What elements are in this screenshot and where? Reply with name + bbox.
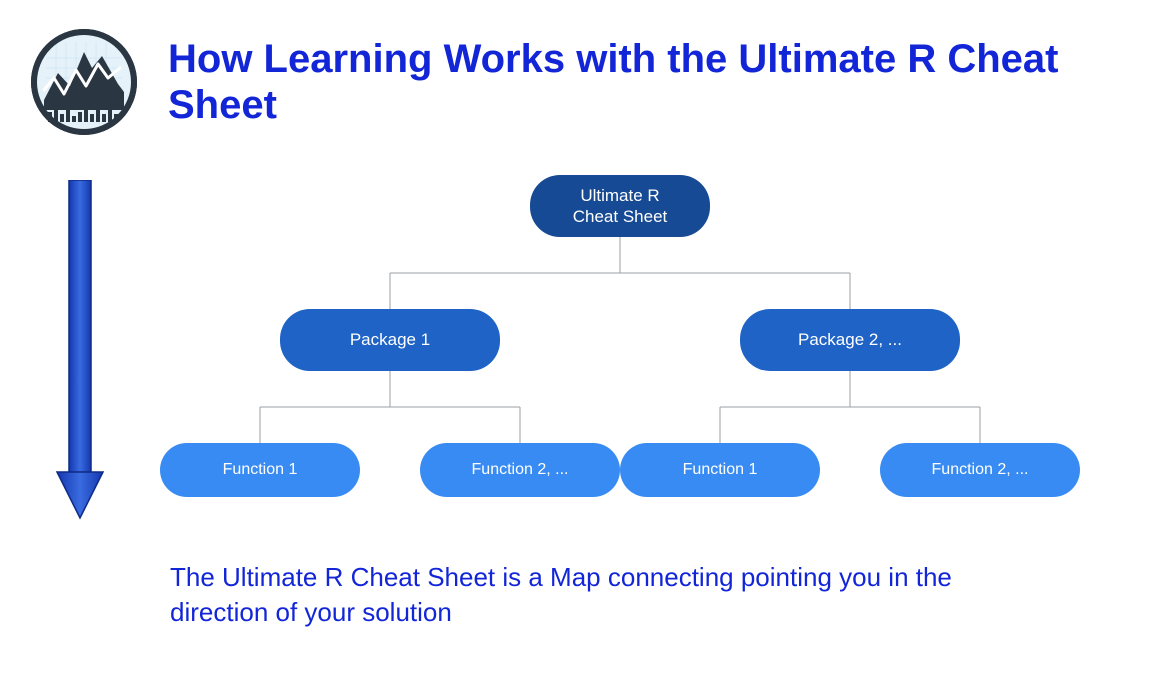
tree-root-node: Ultimate R Cheat Sheet	[530, 175, 710, 237]
caption-text: The Ultimate R Cheat Sheet is a Map conn…	[170, 560, 1000, 630]
page-title: How Learning Works with the Ultimate R C…	[168, 28, 1115, 128]
tree-function-label: Function 2, ...	[932, 460, 1029, 480]
tree-function-node: Function 2, ...	[420, 443, 620, 497]
tree-diagram: Ultimate R Cheat Sheet Package 1 Package…	[160, 175, 1080, 535]
tree-function-node: Function 2, ...	[880, 443, 1080, 497]
tree-function-label: Function 2, ...	[472, 460, 569, 480]
logo-badge	[30, 28, 138, 141]
tree-package-label: Package 1	[350, 329, 430, 350]
tree-root-label: Ultimate R Cheat Sheet	[573, 185, 668, 228]
header: How Learning Works with the Ultimate R C…	[0, 0, 1155, 141]
tree-function-label: Function 1	[223, 460, 298, 480]
chart-logo-icon	[30, 28, 138, 136]
tree-package-node: Package 2, ...	[740, 309, 960, 371]
down-arrow-icon	[55, 180, 105, 525]
tree-package-node: Package 1	[280, 309, 500, 371]
tree-package-label: Package 2, ...	[798, 329, 902, 350]
tree-function-node: Function 1	[620, 443, 820, 497]
tree-function-label: Function 1	[683, 460, 758, 480]
tree-function-node: Function 1	[160, 443, 360, 497]
